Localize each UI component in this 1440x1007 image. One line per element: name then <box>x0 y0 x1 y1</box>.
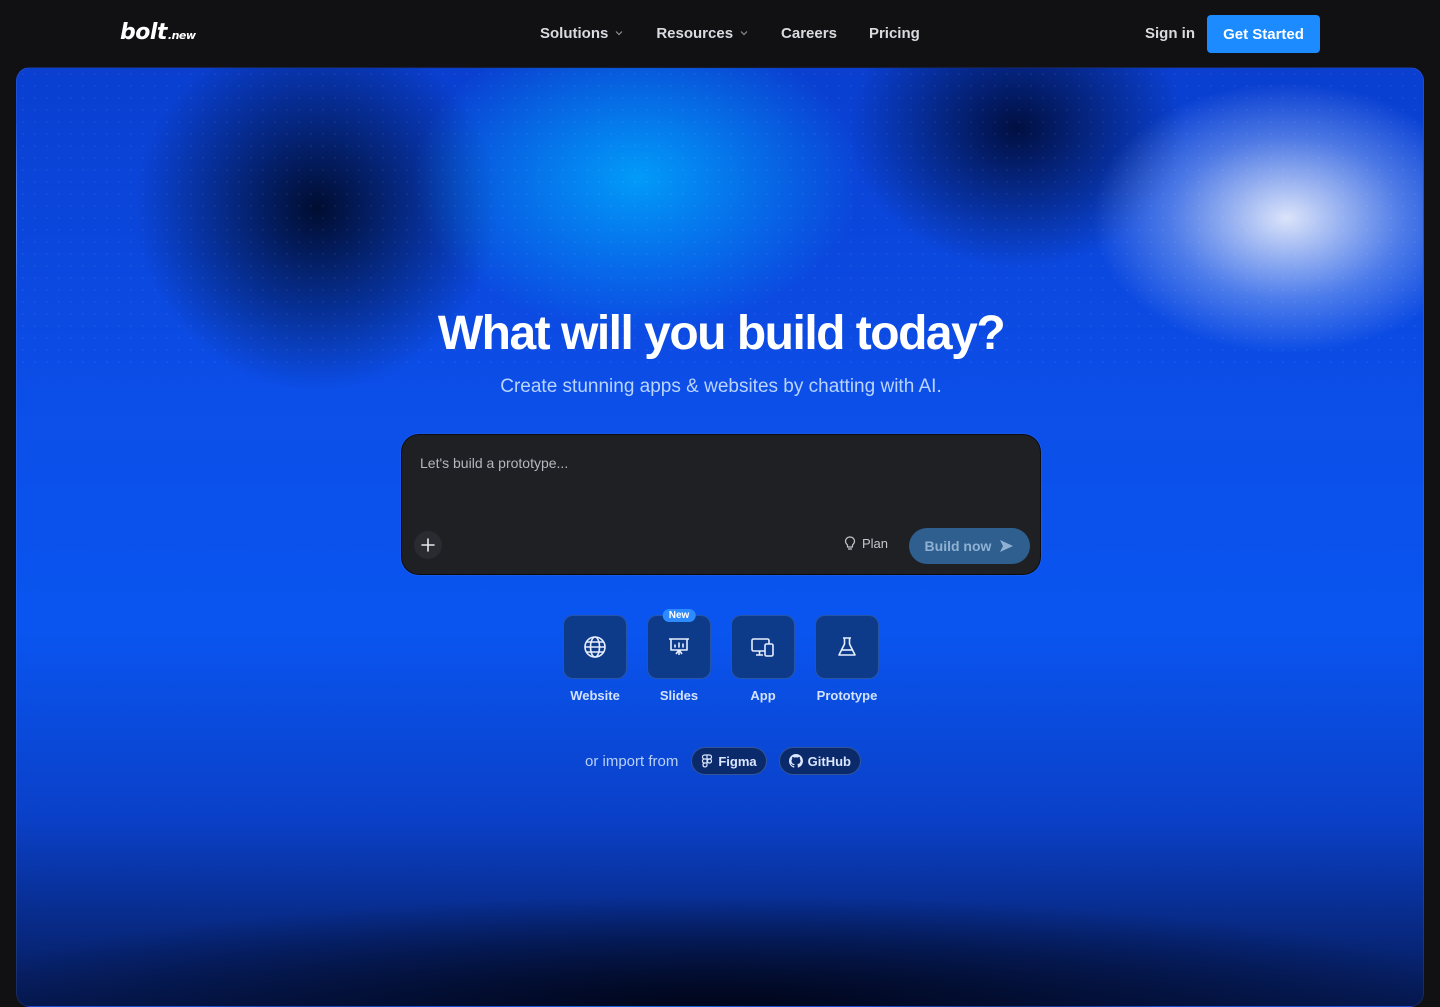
nav-solutions-label: Solutions <box>540 25 609 42</box>
nav-pricing-label: Pricing <box>868 25 920 42</box>
nav-careers-label: Careers <box>781 25 837 42</box>
tile-slides-box <box>647 615 711 679</box>
import-row: or import from Figma GitHub <box>585 747 861 775</box>
prompt-input[interactable] <box>420 455 1020 515</box>
new-badge: New <box>662 609 696 622</box>
nav-pricing[interactable]: Pricing <box>869 25 920 42</box>
chevron-down-icon <box>615 30 623 35</box>
build-now-label: Build now <box>924 538 992 554</box>
lightbulb-icon <box>844 536 856 550</box>
tile-prototype[interactable]: Prototype <box>815 615 879 703</box>
flask-icon <box>838 637 856 656</box>
logo-tld: .new <box>167 29 196 42</box>
tile-website-label: Website <box>570 688 620 703</box>
figma-label: Figma <box>718 753 757 769</box>
sign-in-link[interactable]: Sign in <box>1145 25 1195 42</box>
chevron-down-icon <box>740 30 748 35</box>
prompt-box: Plan Build now <box>401 434 1041 575</box>
tile-prototype-box <box>815 615 879 679</box>
presentation-icon <box>669 638 689 655</box>
top-nav: bolt .new Solutions Resources Careers Pr… <box>0 0 1440 68</box>
import-figma-button[interactable]: Figma <box>691 747 767 775</box>
logo-text: bolt <box>120 20 167 45</box>
nav-solutions[interactable]: Solutions <box>540 25 624 42</box>
nav-links: Solutions Resources Careers Pricing <box>540 25 920 42</box>
tile-app-box <box>731 615 795 679</box>
tile-slides-label: Slides <box>659 688 699 703</box>
tile-prototype-label: Prototype <box>816 688 878 703</box>
github-label: GitHub <box>807 753 851 769</box>
tile-website[interactable]: Website <box>563 615 627 703</box>
github-icon <box>788 754 803 768</box>
globe-icon <box>584 636 606 658</box>
tile-app[interactable]: App <box>731 615 795 703</box>
project-type-tiles: Website New Slides App Prototype <box>563 609 879 703</box>
tile-app-label: App <box>750 688 776 703</box>
hero-subtitle: Create stunning apps & websites by chatt… <box>500 376 942 397</box>
get-started-button[interactable]: Get Started <box>1207 15 1320 53</box>
nav-resources[interactable]: Resources <box>656 25 749 42</box>
figma-icon <box>702 754 713 768</box>
plan-label: Plan <box>862 536 889 551</box>
nav-resources-label: Resources <box>656 25 734 42</box>
import-text: or import from <box>585 752 679 770</box>
import-github-button[interactable]: GitHub <box>778 747 861 775</box>
plan-button[interactable]: Plan <box>844 536 888 551</box>
add-attachment-button[interactable] <box>414 531 442 559</box>
bolt-logo[interactable]: bolt .new <box>120 20 196 45</box>
tile-website-box <box>563 615 627 679</box>
build-now-button[interactable]: Build now <box>909 528 1030 564</box>
hero-panel: What will you build today? Create stunni… <box>16 67 1424 1007</box>
plus-icon <box>421 538 435 552</box>
hero-title: What will you build today? <box>437 307 1006 360</box>
nav-careers[interactable]: Careers <box>781 25 837 42</box>
tile-slides[interactable]: New Slides <box>647 609 711 703</box>
send-arrow-icon <box>1000 540 1014 552</box>
devices-icon <box>751 638 774 657</box>
